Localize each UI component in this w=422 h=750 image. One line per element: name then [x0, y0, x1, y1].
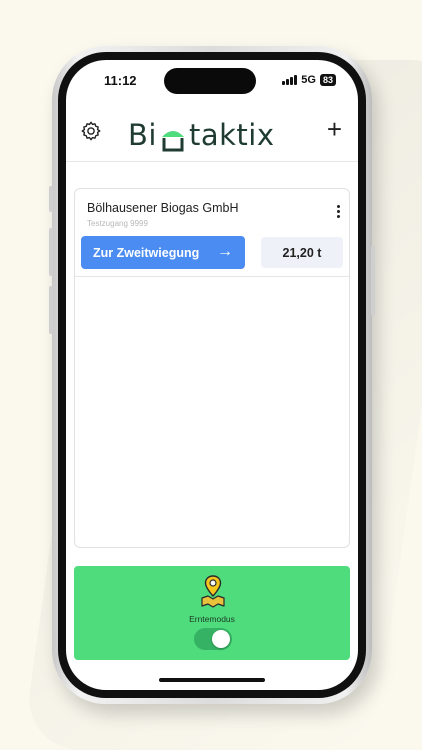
gear-icon[interactable]	[80, 120, 102, 142]
weight-value: 21,20 t	[261, 237, 343, 268]
dynamic-island	[164, 68, 256, 94]
mute-switch	[49, 186, 53, 212]
card-divider	[75, 276, 349, 277]
harvest-mode-panel: Erntemodus	[74, 566, 350, 660]
map-pin-icon	[201, 575, 225, 608]
second-weighing-label: Zur Zweitwiegung	[93, 245, 200, 260]
status-time: 11:12	[104, 73, 137, 88]
add-button[interactable]: +	[327, 116, 342, 142]
logo-text-prefix: Bi	[128, 118, 157, 152]
app-screen: 11:12 5G 83 Bi taktix + Bölhausener Biog…	[66, 60, 358, 690]
second-weighing-button[interactable]: Zur Zweitwiegung →	[81, 236, 245, 269]
company-name: Bölhausener Biogas GmbH	[87, 201, 239, 215]
phone-frame: 11:12 5G 83 Bi taktix + Bölhausener Biog…	[49, 46, 375, 704]
harvest-mode-label: Erntemodus	[189, 614, 235, 624]
network-type: 5G	[301, 74, 316, 86]
arrow-right-icon: →	[217, 243, 233, 260]
status-bar: 11:12 5G 83	[66, 60, 358, 100]
home-indicator[interactable]	[159, 678, 265, 682]
app-header: Bi taktix +	[66, 100, 358, 162]
toggle-knob	[212, 630, 230, 648]
weighing-card: Bölhausener Biogas GmbH Testzugang 9999 …	[74, 188, 350, 548]
power-button	[371, 246, 375, 316]
volume-down-button	[49, 286, 53, 334]
harvest-mode-toggle[interactable]	[194, 628, 232, 650]
battery-icon: 83	[319, 74, 336, 86]
more-options-icon[interactable]	[337, 205, 341, 219]
biotaktix-logo: Bi taktix	[128, 118, 274, 152]
logo-text-suffix: taktix	[188, 118, 275, 152]
house-logo-icon	[161, 131, 184, 152]
volume-up-button	[49, 228, 53, 276]
status-indicators: 5G 83	[282, 74, 336, 86]
account-subtitle: Testzugang 9999	[87, 219, 148, 228]
signal-icon	[282, 75, 298, 85]
